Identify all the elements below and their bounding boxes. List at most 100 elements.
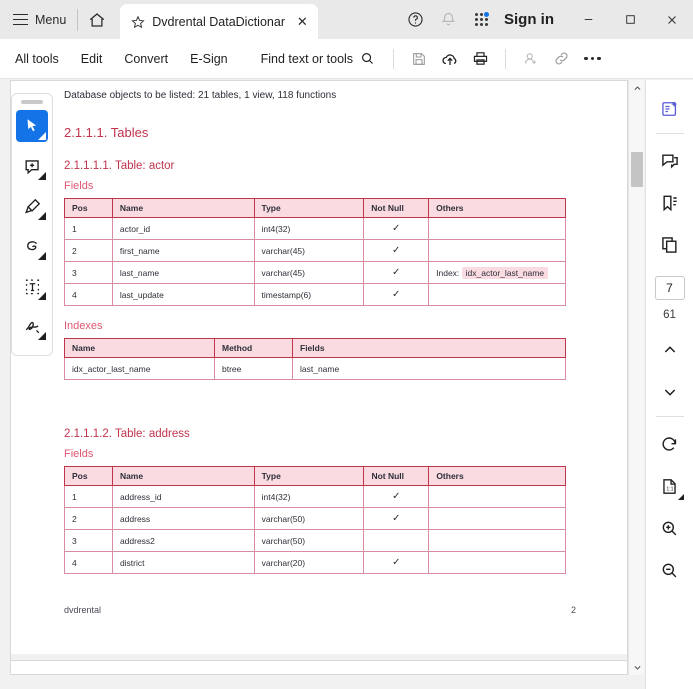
sign-in-button[interactable]: Sign in — [498, 11, 567, 28]
zoom-in-icon — [660, 519, 679, 538]
bell-icon — [440, 11, 457, 28]
more-options-button[interactable] — [577, 39, 608, 79]
cell-name: address — [112, 508, 254, 530]
save-button[interactable] — [403, 39, 434, 79]
th-name: Name — [112, 467, 254, 486]
help-circle-icon — [407, 11, 424, 28]
next-page-button[interactable] — [653, 375, 687, 409]
apps-button[interactable] — [465, 0, 498, 39]
hamburger-icon — [13, 14, 28, 26]
cell-notnull — [364, 530, 429, 552]
zoom-in-button[interactable] — [653, 511, 687, 545]
minimize-button[interactable] — [567, 0, 609, 39]
upload-button[interactable] — [434, 39, 465, 79]
all-tools-button[interactable]: All tools — [0, 39, 70, 79]
th-others: Others — [429, 199, 566, 218]
print-button[interactable] — [465, 39, 496, 79]
rotate-button[interactable] — [653, 427, 687, 461]
cell-others: Index: idx_actor_last_name — [429, 262, 566, 284]
star-icon[interactable] — [131, 15, 145, 29]
cell-name: last_name — [112, 262, 254, 284]
pdf-page: Database objects to be listed: 21 tables… — [11, 81, 627, 654]
upload-cloud-icon — [441, 50, 459, 68]
cell-name: first_name — [112, 240, 254, 262]
cell-name: actor_id — [112, 218, 254, 240]
footer-page-number: 2 — [571, 605, 576, 615]
select-tool-button[interactable] — [16, 110, 48, 142]
title-bar: Menu Dvdrental DataDictionar… ✕ — [0, 0, 693, 39]
th-type: Type — [254, 467, 364, 486]
cell-type: varchar(50) — [254, 530, 364, 552]
edit-button[interactable]: Edit — [70, 39, 114, 79]
pdf-page-next — [11, 660, 627, 675]
scrollbar-thumb[interactable] — [631, 152, 643, 187]
chevron-down-icon — [38, 172, 46, 180]
label-actor-indexes: Indexes — [64, 320, 584, 332]
draw-tool-button[interactable] — [16, 230, 48, 262]
bookmarks-button[interactable] — [653, 186, 687, 220]
home-button[interactable] — [78, 0, 116, 39]
cell-type: varchar(50) — [254, 508, 364, 530]
rotate-icon — [660, 435, 679, 454]
previous-page-button[interactable] — [653, 333, 687, 367]
cell-notnull: ✓ — [364, 486, 429, 508]
document-tab[interactable]: Dvdrental DataDictionar… ✕ — [120, 4, 318, 39]
chevron-down-icon — [678, 494, 684, 500]
cell-notnull: ✓ — [364, 508, 429, 530]
label-actor-fields: Fields — [64, 180, 584, 192]
titlebar-right-group: Sign in — [399, 0, 693, 39]
highlighter-tool-button[interactable] — [16, 190, 48, 222]
chevron-down-icon — [38, 252, 46, 260]
help-button[interactable] — [399, 0, 432, 39]
application-window: Menu Dvdrental DataDictionar… ✕ — [0, 0, 693, 689]
main-toolbar: All tools Edit Convert E-Sign Find text … — [0, 39, 693, 79]
menu-button[interactable]: Menu — [0, 0, 77, 39]
maximize-button[interactable] — [609, 0, 651, 39]
actual-size-button[interactable]: 1:1 — [653, 469, 687, 503]
cell-others — [429, 530, 566, 552]
zoom-out-button[interactable] — [653, 553, 687, 587]
notifications-button[interactable] — [432, 0, 465, 39]
chevron-down-icon — [662, 384, 678, 400]
esign-button[interactable]: E-Sign — [179, 39, 239, 79]
add-text-tool-button[interactable] — [16, 270, 48, 302]
actor-indexes-table: Name Method Fields idx_actor_last_name b… — [64, 338, 566, 380]
cell-others — [429, 218, 566, 240]
address-fields-table: Pos Name Type Not Null Others 1 address_… — [64, 466, 566, 574]
footer-document-name: dvdrental — [64, 605, 101, 615]
total-pages-label: 61 — [663, 309, 676, 321]
scroll-down-button[interactable] — [629, 659, 645, 675]
link-button[interactable] — [546, 39, 577, 79]
heading-table-address: 2.1.1.1.2. Table: address — [64, 428, 584, 440]
page-number-input[interactable]: 7 — [655, 276, 685, 300]
page-thumbnails-button[interactable] — [653, 228, 687, 262]
convert-button[interactable]: Convert — [113, 39, 179, 79]
cell-others — [429, 240, 566, 262]
drag-handle[interactable] — [21, 100, 43, 104]
cell-index-fields: last_name — [293, 358, 566, 380]
cell-name: address2 — [112, 530, 254, 552]
cell-others — [429, 552, 566, 574]
cell-type: int4(32) — [254, 218, 364, 240]
document-scrollbar[interactable] — [628, 80, 644, 675]
add-comment-tool-button[interactable] — [16, 150, 48, 182]
edit-pdf-button[interactable] — [653, 92, 687, 126]
window-close-icon — [665, 13, 679, 27]
sidebar-divider — [656, 133, 684, 134]
toolbar-divider-2 — [505, 49, 506, 69]
sidebar-divider-2 — [656, 416, 684, 417]
chevron-down-icon — [38, 132, 46, 140]
add-person-button[interactable] — [515, 39, 546, 79]
cell-notnull: ✓ — [364, 240, 429, 262]
th-index-fields: Fields — [293, 339, 566, 358]
comments-button[interactable] — [653, 144, 687, 178]
find-tools-button[interactable]: Find text or tools — [261, 51, 375, 66]
actual-size-icon: 1:1 — [660, 477, 679, 496]
signature-tool-button[interactable] — [16, 310, 48, 342]
close-icon[interactable]: ✕ — [293, 13, 311, 31]
comment-bubble-icon — [660, 151, 680, 171]
chevron-down-icon — [38, 212, 46, 220]
document-viewport[interactable]: Database objects to be listed: 21 tables… — [10, 80, 628, 675]
scroll-up-button[interactable] — [629, 80, 645, 96]
window-close-button[interactable] — [651, 0, 693, 39]
